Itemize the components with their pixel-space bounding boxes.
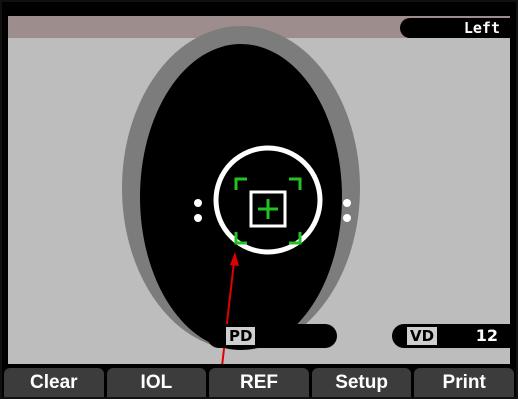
vd-label: VD: [407, 327, 438, 345]
bracket-top-right: [289, 177, 302, 190]
iol-button[interactable]: IOL: [106, 368, 207, 397]
lensmeter-screen: Left PD VD 12 Clear IOL REF Setup Print: [0, 0, 518, 399]
right-dots-icon: [343, 199, 351, 222]
function-menu: Clear IOL REF Setup Print: [2, 364, 516, 397]
setup-button[interactable]: Setup: [311, 368, 412, 397]
vd-value: 12: [475, 326, 498, 345]
clear-button[interactable]: Clear: [4, 368, 104, 397]
pd-label: PD: [226, 327, 256, 345]
print-button[interactable]: Print: [414, 368, 514, 397]
ref-button[interactable]: REF: [209, 368, 309, 397]
left-dots-icon: [194, 199, 202, 222]
bracket-top-left: [234, 177, 247, 190]
